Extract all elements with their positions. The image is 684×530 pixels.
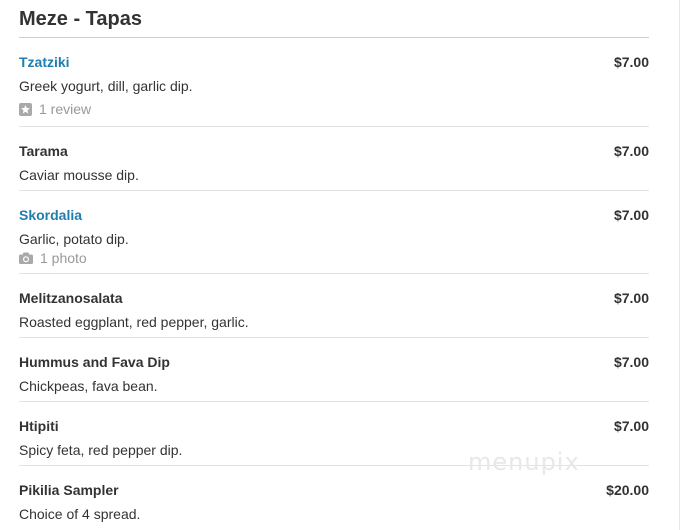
- item-price: $7.00: [613, 354, 649, 370]
- photo-count-label: 1 photo: [40, 250, 87, 266]
- menu-item-hummus-fava: Hummus and Fava Dip $7.00 Chickpeas, fav…: [19, 338, 649, 402]
- star-review-icon: [19, 102, 32, 116]
- item-price: $7.00: [613, 207, 649, 223]
- item-description: Greek yogurt, dill, garlic dip.: [19, 78, 193, 94]
- menu-item-skordalia: Skordalia $7.00 Garlic, potato dip. 1 ph…: [19, 191, 649, 274]
- watermark-logo: menupix: [468, 448, 580, 476]
- item-price: $7.00: [613, 418, 649, 434]
- item-price: $20.00: [606, 482, 649, 498]
- item-description: Caviar mousse dip.: [19, 167, 139, 183]
- page-edge-divider: [679, 0, 680, 530]
- item-name: Hummus and Fava Dip: [19, 354, 170, 370]
- review-count-label: 1 review: [39, 101, 92, 117]
- review-link[interactable]: 1 review: [19, 101, 91, 117]
- item-name-link[interactable]: Skordalia: [19, 207, 82, 223]
- item-description: Choice of 4 spread.: [19, 506, 141, 522]
- camera-icon: [19, 252, 33, 264]
- item-name: Htipiti: [19, 418, 59, 434]
- item-description: Spicy feta, red pepper dip.: [19, 442, 183, 458]
- menu-page: Meze - Tapas Tzatziki $7.00 Greek yogurt…: [0, 0, 684, 530]
- item-name-link[interactable]: Tzatziki: [19, 54, 70, 70]
- menu-item-tzatziki: Tzatziki $7.00 Greek yogurt, dill, garli…: [19, 38, 649, 127]
- menu-item-tarama: Tarama $7.00 Caviar mousse dip.: [19, 127, 649, 191]
- item-name: Pikilia Sampler: [19, 482, 119, 498]
- item-description: Garlic, potato dip.: [19, 231, 129, 247]
- photo-link[interactable]: 1 photo: [19, 250, 87, 266]
- item-description: Roasted eggplant, red pepper, garlic.: [19, 314, 249, 330]
- section-title: Meze - Tapas: [19, 8, 142, 30]
- item-name: Tarama: [19, 143, 68, 159]
- item-name: Melitzanosalata: [19, 290, 123, 306]
- menu-item-melitzanosalata: Melitzanosalata $7.00 Roasted eggplant, …: [19, 274, 649, 338]
- item-description: Chickpeas, fava bean.: [19, 378, 158, 394]
- item-price: $7.00: [613, 54, 649, 70]
- item-price: $7.00: [613, 143, 649, 159]
- item-price: $7.00: [613, 290, 649, 306]
